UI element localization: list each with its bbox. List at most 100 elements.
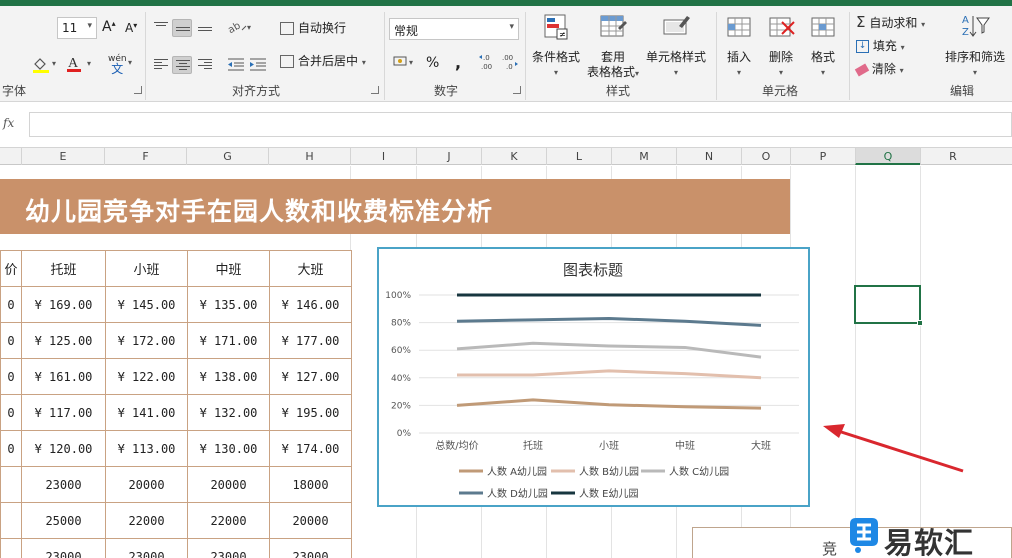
table-cell[interactable]: 0 (0, 394, 22, 431)
column-header-m[interactable]: M (611, 148, 676, 165)
align-right-button[interactable] (195, 56, 215, 74)
cell-styles-button[interactable]: 单元格样式 ▾ (645, 12, 707, 80)
accounting-format-button[interactable]: ▾ (392, 53, 418, 74)
number-format-dropdown[interactable]: 常规 ▾ (389, 18, 519, 40)
price-cell[interactable]: ¥ 130.00 (187, 430, 270, 467)
table-cell[interactable]: 0 (0, 322, 22, 359)
increase-indent-button[interactable] (248, 56, 268, 75)
grow-font-button[interactable]: A▴ (102, 19, 116, 35)
price-cell[interactable]: ¥ 171.00 (187, 322, 270, 359)
insert-button[interactable]: 插入 ▾ (720, 12, 758, 80)
table-header-cell[interactable]: 小班 (105, 250, 188, 287)
column-header-i[interactable]: I (350, 148, 416, 165)
delete-button[interactable]: 删除 ▾ (762, 12, 800, 80)
sort-filter-button[interactable]: A Z 排序和筛选 ▾ (942, 12, 1008, 80)
fill-button[interactable]: ↓ 填充 ▾ (856, 37, 905, 54)
table-cell[interactable] (0, 538, 22, 558)
column-header-r[interactable]: R (920, 148, 985, 165)
price-cell[interactable]: ¥ 195.00 (269, 394, 352, 431)
price-cell[interactable]: ¥ 138.00 (187, 358, 270, 395)
price-cell[interactable]: ¥ 135.00 (187, 286, 270, 323)
clear-button[interactable]: 清除 ▾ (854, 60, 904, 77)
price-cell[interactable]: ¥ 125.00 (21, 322, 106, 359)
column-header-n[interactable]: N (676, 148, 741, 165)
price-cell[interactable]: ¥ 169.00 (21, 286, 106, 323)
conditional-format-button[interactable]: ≠ 条件格式 ▾ (528, 12, 584, 80)
count-cell[interactable]: 23000 (21, 466, 106, 503)
count-cell[interactable]: 25000 (21, 502, 106, 539)
count-cell[interactable]: 20000 (269, 502, 352, 539)
column-header-f[interactable]: F (104, 148, 186, 165)
count-cell[interactable]: 23000 (187, 538, 270, 558)
fill-handle[interactable] (917, 320, 923, 326)
price-cell[interactable]: ¥ 174.00 (269, 430, 352, 467)
column-header-q[interactable]: Q (855, 148, 920, 165)
table-header-cell[interactable]: 价 (0, 250, 22, 287)
table-header-cell[interactable]: 托班 (21, 250, 106, 287)
price-cell[interactable]: ¥ 145.00 (105, 286, 188, 323)
count-cell[interactable]: 23000 (21, 538, 106, 558)
format-button[interactable]: 格式 ▾ (804, 12, 842, 80)
decrease-indent-button[interactable] (226, 56, 246, 75)
price-cell[interactable]: ¥ 177.00 (269, 322, 352, 359)
line-chart[interactable]: 图表标题 0% 20% 40% 60% 80% 100% 总数/均价 托班 小班 中班 大班 人数 A幼… (377, 247, 810, 507)
table-header-cell[interactable]: 大班 (269, 250, 352, 287)
price-cell[interactable]: ¥ 122.00 (105, 358, 188, 395)
align-middle-button[interactable] (172, 19, 192, 37)
align-left-button[interactable] (151, 56, 171, 74)
column-header-h[interactable]: H (268, 148, 350, 165)
orientation-button[interactable]: ab ▾ (226, 18, 254, 39)
price-cell[interactable]: ¥ 113.00 (105, 430, 188, 467)
column-header-j[interactable]: J (416, 148, 481, 165)
price-cell[interactable]: ¥ 161.00 (21, 358, 106, 395)
formula-input[interactable] (29, 112, 1012, 137)
count-cell[interactable]: 23000 (269, 538, 352, 558)
count-cell[interactable]: 22000 (187, 502, 270, 539)
count-cell[interactable]: 23000 (105, 538, 188, 558)
column-header-l[interactable]: L (546, 148, 611, 165)
percent-button[interactable]: % (426, 55, 439, 71)
phonetic-caret[interactable]: ▾ (128, 58, 132, 67)
count-cell[interactable]: 20000 (187, 466, 270, 503)
column-header-e[interactable]: E (21, 148, 104, 165)
price-cell[interactable]: ¥ 141.00 (105, 394, 188, 431)
font-color-button[interactable]: A ▾ (66, 54, 96, 77)
insert-function-button[interactable]: fx (0, 112, 22, 136)
price-cell[interactable]: ¥ 172.00 (105, 322, 188, 359)
count-cell[interactable]: 20000 (105, 466, 188, 503)
format-as-table-button[interactable]: 套用 表格格式▾ (582, 12, 644, 81)
table-header-cell[interactable]: 中班 (187, 250, 270, 287)
phonetic-button[interactable]: wén 文 (108, 54, 127, 75)
price-cell[interactable]: ¥ 117.00 (21, 394, 106, 431)
worksheet[interactable]: 幼儿园竞争对手在园人数和收费标准分析 价托班 小班 中班 大班 0 ¥ 169.00 ¥ 1… (0, 166, 1012, 558)
column-header-p[interactable]: P (790, 148, 855, 165)
wrap-text-button[interactable]: 自动换行 (280, 19, 346, 36)
column-header-g[interactable]: G (186, 148, 268, 165)
count-cell[interactable]: 18000 (269, 466, 352, 503)
decrease-decimal-button[interactable]: .00.0 (500, 52, 520, 75)
column-header-k[interactable]: K (481, 148, 546, 165)
merge-center-button[interactable]: 合并后居中 ▾ (280, 52, 366, 69)
autosum-button[interactable]: Σ 自动求和 ▾ (856, 13, 925, 31)
align-top-button[interactable] (151, 19, 171, 37)
fill-color-button[interactable]: ▾ (31, 56, 59, 77)
price-cell[interactable]: ¥ 120.00 (21, 430, 106, 467)
align-center-button[interactable] (172, 56, 192, 74)
font-size-dropdown[interactable]: 11 ▾ (57, 17, 97, 39)
price-cell[interactable]: ¥ 146.00 (269, 286, 352, 323)
number-dialog-launcher[interactable] (513, 86, 521, 94)
increase-decimal-button[interactable]: .0.00 (478, 52, 498, 75)
table-cell[interactable]: 0 (0, 430, 22, 467)
table-cell[interactable]: 0 (0, 358, 22, 395)
price-cell[interactable]: ¥ 132.00 (187, 394, 270, 431)
font-dialog-launcher[interactable] (134, 86, 142, 94)
table-cell[interactable] (0, 502, 22, 539)
shrink-font-button[interactable]: A▾ (125, 21, 137, 35)
alignment-dialog-launcher[interactable] (371, 86, 379, 94)
selected-cell[interactable] (854, 285, 921, 324)
table-cell[interactable]: 0 (0, 286, 22, 323)
count-cell[interactable]: 22000 (105, 502, 188, 539)
column-header-o[interactable]: O (741, 148, 790, 165)
price-cell[interactable]: ¥ 127.00 (269, 358, 352, 395)
table-cell[interactable] (0, 466, 22, 503)
